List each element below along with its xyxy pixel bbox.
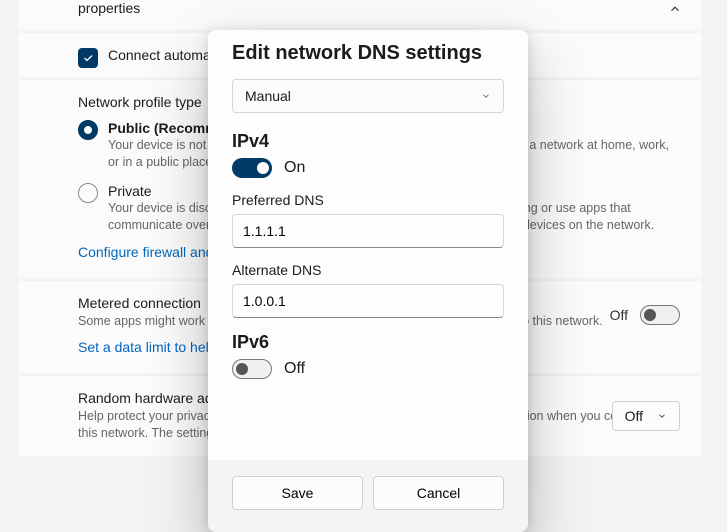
dns-mode-value: Manual	[245, 88, 291, 104]
chevron-up-icon[interactable]	[668, 2, 682, 16]
preferred-dns-label: Preferred DNS	[232, 192, 504, 208]
radio-private-indicator[interactable]	[78, 183, 98, 203]
connect-automatically-checkbox[interactable]	[78, 48, 98, 68]
dns-settings-dialog: Edit network DNS settings Manual IPv4 On…	[208, 30, 528, 532]
ipv4-heading: IPv4	[232, 131, 504, 152]
ipv4-toggle[interactable]	[232, 158, 272, 178]
check-icon	[82, 52, 94, 64]
random-mac-state: Off	[625, 408, 643, 424]
alternate-dns-label: Alternate DNS	[232, 262, 504, 278]
chevron-down-icon	[657, 411, 667, 421]
preferred-dns-input[interactable]	[232, 214, 504, 248]
dialog-title: Edit network DNS settings	[232, 42, 504, 65]
properties-title: properties	[78, 0, 680, 16]
metered-toggle[interactable]	[640, 305, 680, 325]
dns-mode-select[interactable]: Manual	[232, 79, 504, 113]
chevron-down-icon	[481, 91, 491, 101]
radio-public-indicator[interactable]	[78, 120, 98, 140]
cancel-button[interactable]: Cancel	[373, 476, 504, 510]
random-mac-dropdown[interactable]: Off	[612, 401, 680, 431]
ipv6-heading: IPv6	[232, 332, 504, 353]
save-button[interactable]: Save	[232, 476, 363, 510]
ipv6-state-label: Off	[284, 360, 305, 378]
properties-card[interactable]: properties	[18, 0, 702, 30]
alternate-dns-input[interactable]	[232, 284, 504, 318]
metered-state-label: Off	[610, 307, 628, 323]
ipv4-state-label: On	[284, 159, 305, 177]
ipv6-toggle[interactable]	[232, 359, 272, 379]
dialog-footer: Save Cancel	[208, 460, 528, 532]
